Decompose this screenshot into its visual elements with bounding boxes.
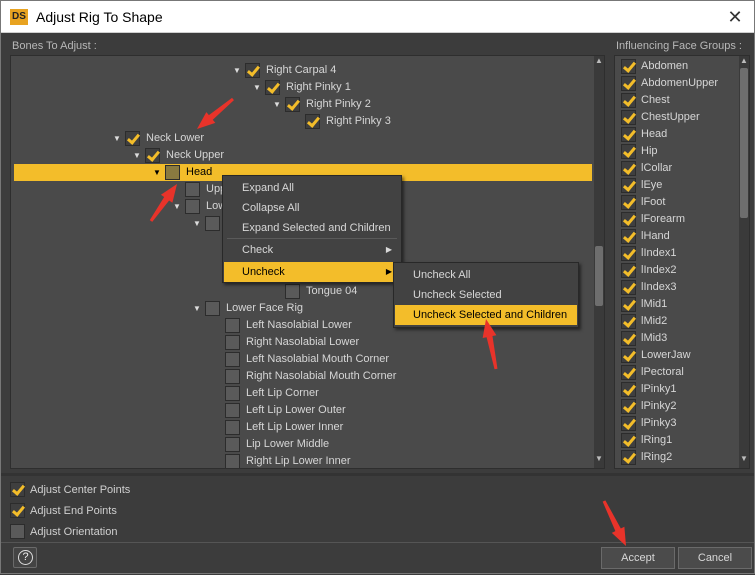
- annotation-arrow: [482, 319, 498, 370]
- annotation-overlay: [149, 97, 626, 546]
- annotation-arrow: [197, 97, 234, 129]
- annotation-arrow: [602, 500, 626, 546]
- dialog-window: DS Adjust Rig To Shape ✕ Bones To Adjust…: [0, 0, 755, 574]
- annotation-arrow: [149, 184, 177, 222]
